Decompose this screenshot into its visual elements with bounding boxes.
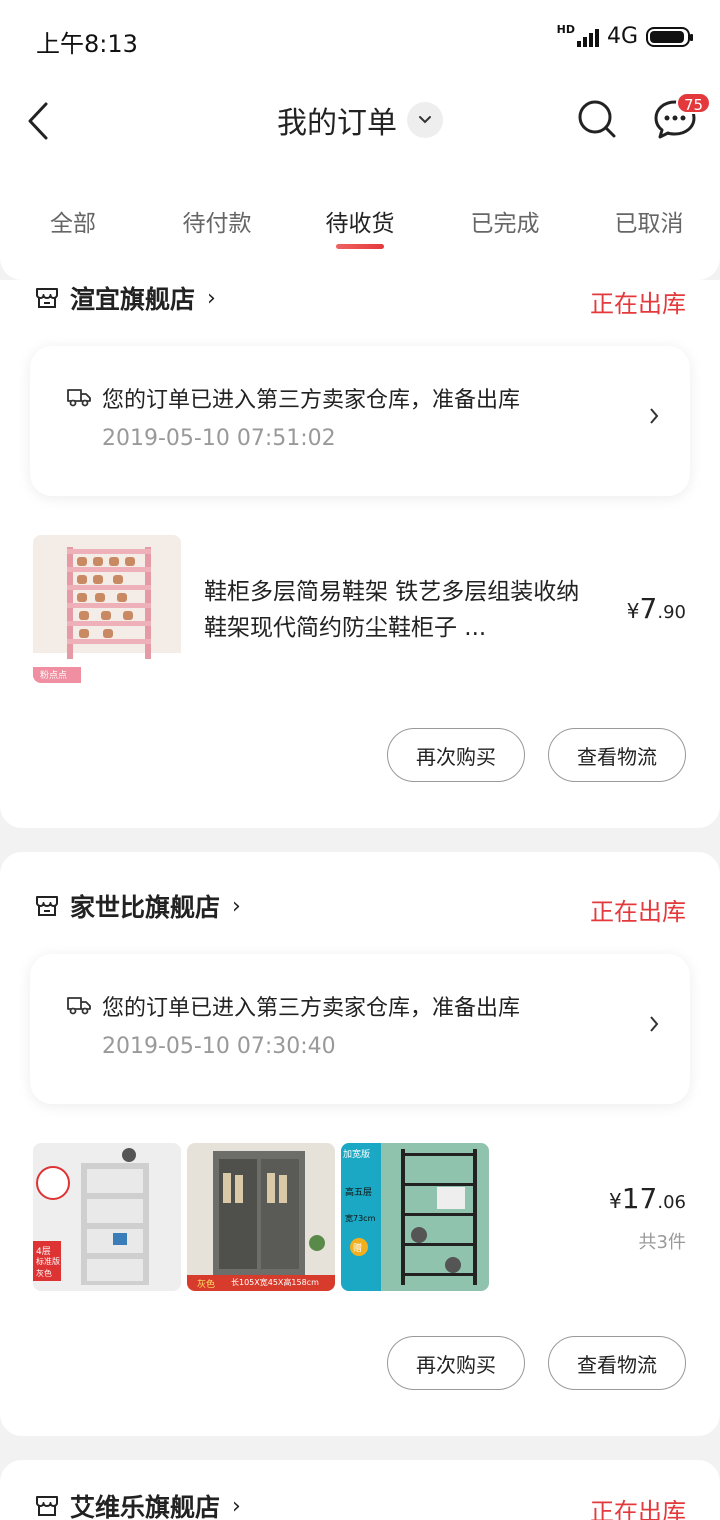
header: 我的订单 xyxy=(0,80,720,166)
product-image[interactable]: 加宽版 高五层 宽73cm 赠 xyxy=(341,1143,489,1291)
order-card[interactable]: 渲宜旗舰店 › 正在出库 您的订单已进入第三方卖家仓库，准备出库 2019-05… xyxy=(0,280,720,828)
chevron-right-icon xyxy=(650,1016,659,1032)
active-tab-indicator xyxy=(336,244,384,249)
signal-icon xyxy=(576,27,599,47)
logistics-message: 您的订单已进入第三方卖家仓库，准备出库 xyxy=(102,388,521,413)
product-image[interactable]: 粉点点 xyxy=(33,535,181,683)
thumb-label: 标准版 xyxy=(36,1257,60,1266)
order-card[interactable]: 家世比旗舰店 › 正在出库 您的订单已进入第三方卖家仓库，准备出库 2019-0… xyxy=(0,852,720,1436)
shop-link[interactable]: 渲宜旗舰店 › xyxy=(34,280,216,316)
product-image[interactable]: 4层 标准版 灰色 xyxy=(33,1143,181,1291)
order-price: ¥17.06 xyxy=(608,1182,686,1215)
status-time: 上午8:13 xyxy=(36,30,138,58)
store-icon xyxy=(36,288,58,308)
shop-link[interactable]: 艾维乐旗舰店 › xyxy=(34,1488,241,1520)
store-icon xyxy=(36,896,58,916)
hd-label: HD xyxy=(556,23,575,36)
logistics-time: 2019-05-10 07:30:40 xyxy=(102,1034,336,1059)
thumb-label: 赠 xyxy=(353,1244,363,1254)
tab-pending-payment[interactable]: 待付款 xyxy=(157,204,277,238)
chevron-right-icon: › xyxy=(207,285,216,311)
tab-cancelled[interactable]: 已取消 xyxy=(589,204,709,238)
shoe-rack-image xyxy=(33,535,181,683)
order-tabs: 全部 待付款 待收货 已完成 已取消 xyxy=(0,166,720,280)
page-title: 我的订单 xyxy=(277,106,397,141)
logistics-panel[interactable]: 您的订单已进入第三方卖家仓库，准备出库 2019-05-10 07:30:40 xyxy=(30,954,690,1104)
thumb-label: 长105X宽45X高158cm xyxy=(231,1278,319,1287)
logistics-message: 您的订单已进入第三方卖家仓库，准备出库 xyxy=(102,996,521,1021)
status-bar: 上午8:13 HD 4G xyxy=(0,0,720,80)
logistics-panel[interactable]: 您的订单已进入第三方卖家仓库，准备出库 2019-05-10 07:51:02 xyxy=(30,346,690,496)
order-status: 正在出库 xyxy=(590,1498,686,1520)
search-button[interactable] xyxy=(576,98,618,140)
tab-all[interactable]: 全部 xyxy=(13,204,133,238)
chevron-right-icon: › xyxy=(232,893,241,919)
track-logistics-button[interactable]: 查看物流 xyxy=(548,1336,686,1390)
search-icon xyxy=(578,100,616,138)
rebuy-button[interactable]: 再次购买 xyxy=(387,1336,525,1390)
shop-name: 渲宜旗舰店 xyxy=(70,285,196,314)
shop-name: 艾维乐旗舰店 xyxy=(70,1493,221,1520)
thumb-label: 灰色 xyxy=(36,1269,52,1278)
store-icon xyxy=(36,1496,58,1516)
tab-pending-receipt[interactable]: 待收货 xyxy=(300,204,420,238)
tab-completed[interactable]: 已完成 xyxy=(445,204,565,238)
rebuy-button[interactable]: 再次购买 xyxy=(387,728,525,782)
thumb-label: 灰色 xyxy=(197,1280,216,1290)
order-status: 正在出库 xyxy=(590,290,686,318)
track-logistics-button[interactable]: 查看物流 xyxy=(548,728,686,782)
shelf-image xyxy=(33,1143,181,1291)
order-status: 正在出库 xyxy=(590,898,686,926)
shop-name: 家世比旗舰店 xyxy=(70,893,221,922)
thumb-label: 粉点点 xyxy=(40,671,68,681)
delivery-truck-icon xyxy=(67,997,91,1015)
message-count-badge: 75 xyxy=(676,92,712,114)
network-label: 4G xyxy=(606,24,638,49)
delivery-truck-icon xyxy=(67,389,91,407)
item-count: 共3件 xyxy=(638,1232,686,1253)
order-card[interactable]: 艾维乐旗舰店 › 正在出库 xyxy=(0,1460,720,1520)
thumb-label: 加宽版 xyxy=(343,1150,371,1160)
logistics-time: 2019-05-10 07:51:02 xyxy=(102,426,336,451)
product-title[interactable]: 鞋柜多层简易鞋架 铁艺多层组装收纳鞋架现代简约防尘鞋柜子 ... xyxy=(204,574,584,646)
battery-icon xyxy=(646,26,693,47)
product-image[interactable]: 灰色 长105X宽45X高158cm xyxy=(187,1143,335,1291)
thumb-label: 高五层 xyxy=(345,1188,373,1198)
chevron-right-icon: › xyxy=(232,1493,241,1519)
status-indicators: HD 4G xyxy=(556,23,693,49)
chevron-right-icon xyxy=(650,408,659,424)
wardrobe-image xyxy=(187,1143,335,1291)
thumb-label: 宽73cm xyxy=(345,1214,376,1223)
shop-link[interactable]: 家世比旗舰店 › xyxy=(34,888,241,924)
chevron-down-icon xyxy=(407,102,443,138)
order-price: ¥7.90 xyxy=(626,592,686,625)
